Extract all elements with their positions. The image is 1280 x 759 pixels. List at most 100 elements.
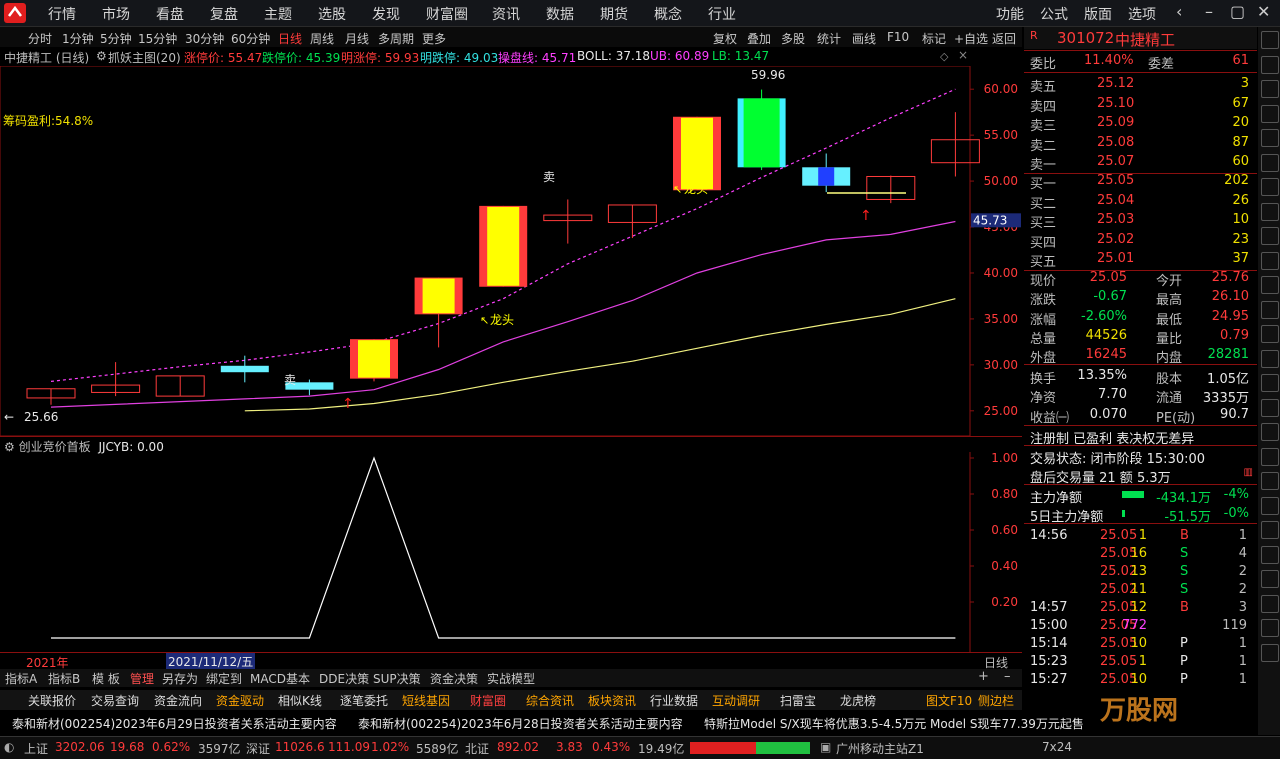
minus-icon[interactable]: –: [1004, 669, 1011, 684]
news-item[interactable]: 特斯拉Model S/X现车将优惠3.5-4.5万元 Model S现车77.3…: [704, 715, 1084, 732]
settings-icon[interactable]: ◐: [4, 740, 14, 754]
plus-icon[interactable]: +: [978, 669, 989, 684]
chart-bar-icon[interactable]: [1261, 80, 1279, 98]
menu-formula[interactable]: 公式: [1040, 4, 1068, 24]
period-tab[interactable]: 30分钟: [185, 30, 224, 47]
target-icon[interactable]: [1261, 374, 1279, 392]
menu-item[interactable]: 期货: [600, 4, 628, 24]
indicator-tab[interactable]: 绑定到: [206, 670, 242, 687]
menu-options[interactable]: 选项: [1128, 4, 1156, 24]
period-tab[interactable]: 多周期: [378, 30, 414, 47]
function-tab[interactable]: 资金驱动: [216, 692, 264, 709]
menu-item[interactable]: 行业: [708, 4, 736, 24]
function-tab[interactable]: 扫雷宝: [780, 692, 816, 709]
diamond-icon[interactable]: ◇: [940, 50, 948, 63]
period-tab[interactable]: 更多: [422, 30, 446, 47]
down-arrow-icon[interactable]: [1261, 521, 1279, 539]
filter-icon[interactable]: [1261, 496, 1279, 515]
move-icon[interactable]: [1261, 398, 1279, 417]
news-item[interactable]: 泰和新材(002254)2023年6月29日投资者关系活动主要内容: [12, 715, 337, 732]
period-tab[interactable]: 15分钟: [138, 30, 177, 47]
candlestick-chart[interactable]: 60.0055.0050.0045.0040.0035.0030.0025.00…: [0, 66, 1022, 436]
toolbar-button[interactable]: 复权: [713, 30, 737, 47]
function-tab[interactable]: 关联报价: [28, 692, 76, 709]
period-tab[interactable]: 5分钟: [100, 30, 132, 47]
book-icon[interactable]: [1261, 423, 1279, 441]
menu-function[interactable]: 功能: [996, 4, 1024, 24]
rsi-icon[interactable]: [1261, 325, 1279, 343]
function-tab[interactable]: 图文F10: [926, 692, 972, 709]
candle-icon[interactable]: [1261, 104, 1279, 123]
maximize-icon[interactable]: ▢: [1230, 2, 1245, 21]
function-tab[interactable]: 财富圈: [470, 692, 506, 709]
menu-item[interactable]: 选股: [318, 4, 346, 24]
toolbar-button[interactable]: 标记: [922, 30, 946, 47]
list-icon[interactable]: [1261, 153, 1279, 172]
function-tab[interactable]: 资金流向: [154, 692, 202, 709]
doc-icon[interactable]: [1261, 643, 1279, 662]
chart-line-icon[interactable]: [1261, 55, 1279, 74]
toolbar-button[interactable]: 返回: [992, 30, 1016, 47]
function-tab[interactable]: 行业数据: [650, 692, 698, 709]
flow-icon[interactable]: [1261, 251, 1279, 270]
period-tab[interactable]: 分时: [28, 30, 52, 47]
toolbar-button[interactable]: +自选: [954, 30, 988, 47]
function-tab[interactable]: 逐笔委托: [340, 692, 388, 709]
menu-item[interactable]: 市场: [102, 4, 130, 24]
function-tab[interactable]: 龙虎榜: [840, 692, 876, 709]
close-indicator-icon[interactable]: ×: [958, 48, 968, 62]
indicator-tab[interactable]: 管理: [130, 670, 154, 687]
period-tab[interactable]: 周线: [310, 30, 334, 47]
news-item[interactable]: 泰和新材(002254)2023年6月28日投资者关系活动主要内容: [358, 715, 683, 732]
toolbar-button[interactable]: 统计: [817, 30, 841, 47]
indicator-tab[interactable]: 模 板: [92, 670, 120, 687]
minimize-icon[interactable]: –: [1205, 2, 1213, 21]
indicator-tab[interactable]: 指标B: [48, 670, 80, 687]
indicator-tab[interactable]: DDE决策: [319, 670, 369, 687]
function-tab[interactable]: 板块资讯: [588, 692, 636, 709]
indicator-tab[interactable]: 实战模型: [487, 670, 535, 687]
f10-icon[interactable]: [1261, 202, 1279, 221]
function-tab[interactable]: 相似K线: [278, 692, 322, 709]
main-indicator-name[interactable]: 抓妖主图(20): [108, 49, 181, 66]
menu-item[interactable]: 资讯: [492, 4, 520, 24]
function-tab[interactable]: 侧边栏: [978, 692, 1014, 709]
menu-item[interactable]: 行情: [48, 4, 76, 24]
grid-icon[interactable]: [1261, 129, 1279, 147]
mode-label[interactable]: 7x24: [1042, 740, 1072, 754]
analysis-icon[interactable]: [1261, 300, 1279, 319]
menu-item[interactable]: 数据: [546, 4, 574, 24]
fund-icon[interactable]: [1261, 178, 1279, 196]
function-tab[interactable]: 互动调研: [712, 692, 760, 709]
function-tab[interactable]: 综合资讯: [526, 692, 574, 709]
doc-icon[interactable]: [1261, 276, 1279, 294]
close-icon[interactable]: ✕: [1257, 2, 1270, 21]
indicator-tab[interactable]: 另存为: [162, 670, 198, 687]
gear-icon[interactable]: ⚙: [96, 49, 107, 63]
function-tab[interactable]: 交易查询: [91, 692, 139, 709]
toolbar-button[interactable]: 叠加: [747, 30, 771, 47]
chart-icon[interactable]: ▥: [1244, 467, 1253, 478]
menu-item[interactable]: 发现: [372, 4, 400, 24]
star-icon[interactable]: [1261, 472, 1279, 490]
up-arrow-icon[interactable]: [1261, 545, 1279, 564]
fire-icon[interactable]: [1261, 349, 1279, 368]
menu-layout[interactable]: 版面: [1084, 4, 1112, 24]
scroll-down-icon[interactable]: [1261, 594, 1279, 613]
sub-indicator-chart[interactable]: 1.00 0.80 0.60 0.40 0.20: [0, 452, 1022, 652]
indicator-tab[interactable]: SUP决策: [373, 670, 421, 687]
function-tab[interactable]: 短线基因: [402, 692, 450, 709]
period-tab[interactable]: 日线: [278, 30, 302, 47]
back-icon[interactable]: ‹: [1176, 2, 1182, 21]
period-tab[interactable]: 月线: [345, 30, 369, 47]
period-tab[interactable]: 1分钟: [62, 30, 94, 47]
menu-item[interactable]: 主题: [264, 4, 292, 24]
shield-icon[interactable]: [1261, 619, 1279, 637]
news-icon[interactable]: [1261, 227, 1279, 245]
fire-icon[interactable]: [1261, 447, 1279, 466]
doc-icon[interactable]: [1261, 31, 1279, 49]
toolbar-button[interactable]: F10: [887, 30, 909, 44]
menu-item[interactable]: 复盘: [210, 4, 238, 24]
menu-item[interactable]: 财富圈: [426, 4, 468, 24]
indicator-tab[interactable]: 指标A: [5, 670, 37, 687]
